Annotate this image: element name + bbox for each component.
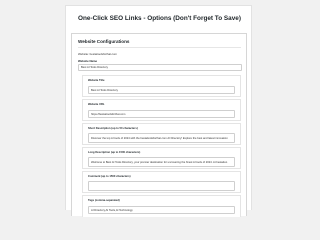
website-configurations-card: Website Configurations Website: bestaito… bbox=[71, 33, 247, 217]
long-description-field[interactable]: Welcome to Best AI Tools Directory, your… bbox=[88, 157, 235, 167]
website-url-label: Website URL bbox=[88, 103, 105, 106]
tags-label: Tags (comma-separated) bbox=[88, 199, 120, 202]
divider bbox=[78, 47, 241, 48]
short-description-field[interactable]: Discover the top AI tools of 2024 with t… bbox=[88, 133, 235, 143]
long-description-group: Long Description (up to 1500 characters)… bbox=[82, 147, 241, 169]
comment-field[interactable] bbox=[88, 181, 235, 191]
website-name-label: Website Name bbox=[78, 59, 98, 63]
page-title: One-Click SEO Links - Options (Don't For… bbox=[78, 15, 241, 22]
tags-field[interactable]: AI Directory,AI Tools,AI Technology bbox=[88, 206, 235, 214]
card-heading: Website Configurations bbox=[78, 39, 130, 44]
comment-label: Comment (up to 1500 characters) bbox=[88, 175, 131, 178]
website-title-label: Website Title bbox=[88, 79, 105, 82]
website-name-field[interactable]: Best AI Tools Directory bbox=[78, 64, 242, 71]
website-title-group: Website Title Best AI Tools Directory bbox=[82, 75, 241, 97]
website-url-group: Website URL https://bestaitoolsforthat.c… bbox=[82, 99, 241, 121]
short-description-group: Short Description (up to 50 characters) … bbox=[82, 123, 241, 145]
long-description-label: Long Description (up to 1500 characters) bbox=[88, 151, 141, 154]
comment-group: Comment (up to 1500 characters) bbox=[82, 171, 241, 193]
website-title-field[interactable]: Best AI Tools Directory bbox=[88, 86, 235, 94]
website-intro-label: Website: bestaitoolsforthat.com bbox=[78, 52, 117, 56]
short-description-label: Short Description (up to 50 characters) bbox=[88, 127, 138, 130]
options-page: One-Click SEO Links - Options (Don't For… bbox=[65, 5, 252, 217]
website-url-field[interactable]: https://bestaitoolsforthat.com bbox=[88, 110, 235, 118]
tags-group: Tags (comma-separated) AI Directory,AI T… bbox=[82, 195, 241, 217]
